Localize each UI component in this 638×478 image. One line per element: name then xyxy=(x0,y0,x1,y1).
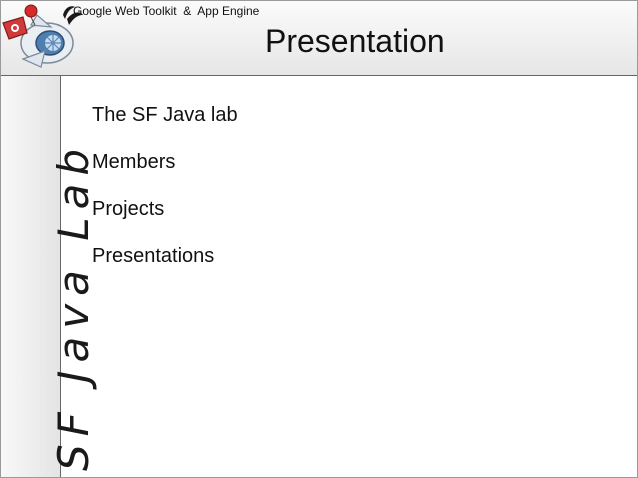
page-title: Presentation xyxy=(265,23,445,59)
slide: Google Web Toolkit & App Engine Presenta… xyxy=(0,0,638,478)
content-list: The SF Java lab Members Projects Present… xyxy=(92,103,238,291)
list-item: Projects xyxy=(92,198,165,220)
list-item: Presentations xyxy=(92,245,215,267)
slide-header: Google Web Toolkit & App Engine Presenta… xyxy=(1,1,637,76)
sidebar-label: SF Java Lab xyxy=(49,140,98,471)
list-item: Members xyxy=(92,151,176,173)
list-item: The SF Java lab xyxy=(92,104,238,126)
header-subtitle: Google Web Toolkit & App Engine xyxy=(73,4,260,18)
